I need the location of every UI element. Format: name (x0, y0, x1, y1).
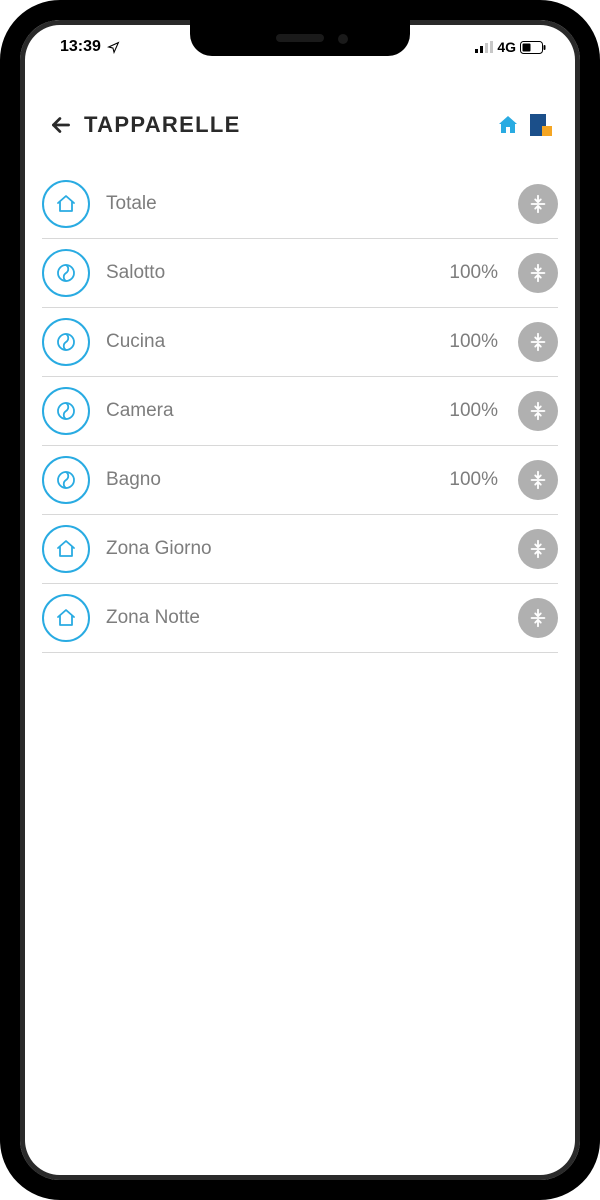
shutter-icon (42, 456, 90, 504)
location-icon (107, 41, 120, 54)
brand-logo-icon[interactable] (530, 114, 552, 136)
collapse-button[interactable] (518, 460, 558, 500)
row-value: 100% (449, 262, 498, 284)
network-label: 4G (497, 39, 516, 55)
shutter-icon (42, 387, 90, 435)
battery-icon (520, 41, 546, 54)
row-label: Cucina (106, 331, 433, 353)
list-item[interactable]: Zona Notte (42, 584, 558, 653)
list-item[interactable]: Cucina 100% (42, 308, 558, 377)
shutter-icon (42, 318, 90, 366)
row-label: Zona Notte (106, 607, 502, 629)
back-icon[interactable] (48, 112, 74, 138)
row-label: Salotto (106, 262, 433, 284)
collapse-button[interactable] (518, 322, 558, 362)
collapse-button[interactable] (518, 529, 558, 569)
row-label: Zona Giorno (106, 538, 502, 560)
collapse-button[interactable] (518, 253, 558, 293)
shutter-list: TotaleSalotto100%Cucina100%Camera100%Bag… (26, 150, 574, 653)
row-label: Totale (106, 193, 502, 215)
house-icon (42, 525, 90, 573)
collapse-button[interactable] (518, 391, 558, 431)
status-time: 13:39 (60, 38, 101, 56)
collapse-button[interactable] (518, 184, 558, 224)
page-title: TAPPARELLE (84, 112, 241, 138)
house-icon (42, 594, 90, 642)
house-icon (42, 180, 90, 228)
row-label: Bagno (106, 469, 433, 491)
row-label: Camera (106, 400, 433, 422)
list-item[interactable]: Salotto 100% (42, 239, 558, 308)
list-item[interactable]: Zona Giorno (42, 515, 558, 584)
list-item[interactable]: Totale (42, 170, 558, 239)
row-value: 100% (449, 469, 498, 491)
home-icon[interactable] (496, 113, 520, 137)
collapse-button[interactable] (518, 598, 558, 638)
list-item[interactable]: Camera 100% (42, 377, 558, 446)
shutter-icon (42, 249, 90, 297)
row-value: 100% (449, 400, 498, 422)
signal-icon (475, 41, 493, 53)
row-value: 100% (449, 331, 498, 353)
header: TAPPARELLE (26, 68, 574, 150)
list-item[interactable]: Bagno 100% (42, 446, 558, 515)
